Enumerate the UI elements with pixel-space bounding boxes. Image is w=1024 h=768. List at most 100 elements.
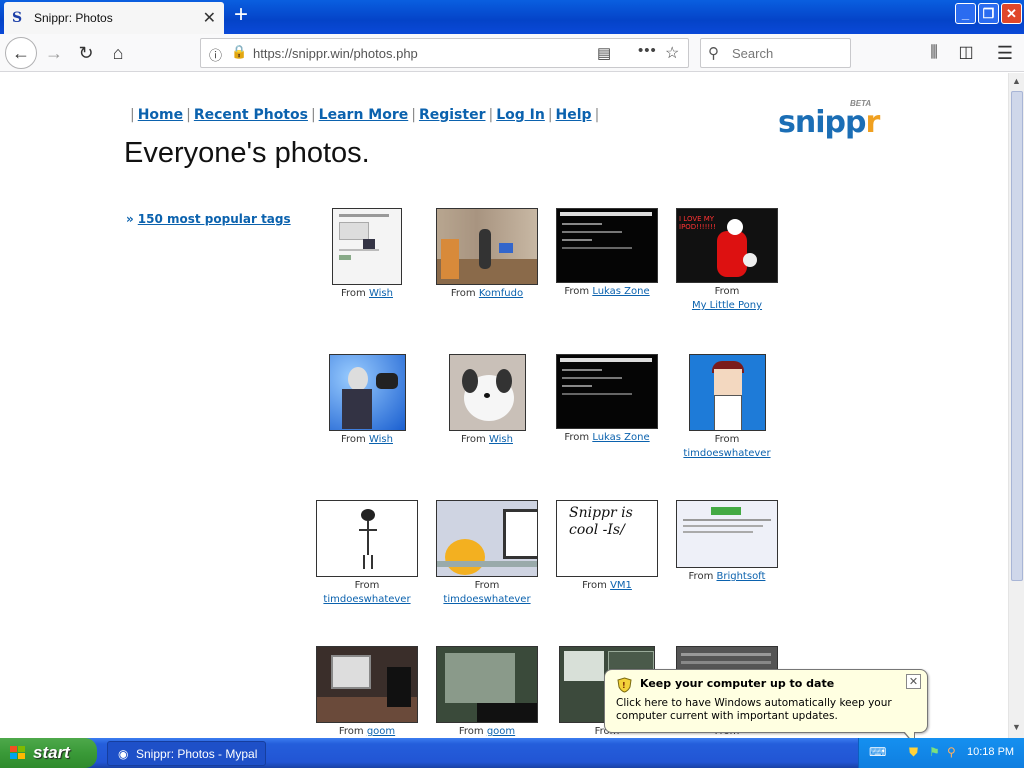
nav-link-register[interactable]: Register	[419, 107, 486, 123]
photo-caption: From Wish	[427, 433, 547, 447]
nav-link-home[interactable]: Home	[138, 107, 183, 123]
photo-item: From Lukas Zone	[547, 354, 667, 445]
balloon-body[interactable]: Click here to have Windows automatically…	[616, 697, 916, 723]
lock-warning-icon[interactable]: 🔒	[231, 44, 247, 60]
library-icon[interactable]: ⫼	[920, 39, 948, 67]
photo-thumbnail[interactable]	[556, 208, 658, 283]
search-placeholder: Search	[732, 46, 774, 61]
from-label: From	[564, 286, 590, 297]
photo-thumbnail[interactable]	[688, 354, 766, 431]
photo-thumbnail[interactable]	[676, 500, 778, 568]
home-icon[interactable]: ⌂	[104, 39, 132, 67]
photo-owner-link[interactable]: My Little Pony	[692, 300, 762, 311]
photo-owner-link[interactable]: Wish	[369, 288, 393, 299]
photo-owner-link[interactable]: Wish	[489, 434, 513, 445]
page-content: | Home | Recent Photos | Learn More | Register |…	[0, 73, 1008, 738]
photo-owner-link[interactable]: timdoeswhatever	[323, 594, 410, 605]
photo-item: From Wish	[307, 354, 427, 447]
nav-link-recent-photos[interactable]: Recent Photos	[194, 107, 308, 123]
windows-flag-icon	[10, 746, 25, 759]
photo-item: From goom	[427, 646, 547, 738]
nav-link-learn-more[interactable]: Learn More	[319, 107, 409, 123]
update-notification-balloon[interactable]: ! Keep your computer up to date Click he…	[604, 669, 928, 746]
network-icon[interactable]: ⚑	[929, 745, 940, 759]
url-text[interactable]: https://snippr.win/photos.php	[253, 46, 418, 61]
from-label: From	[582, 580, 607, 591]
photo-thumbnail[interactable]	[436, 208, 538, 285]
reader-view-icon[interactable]: ▤	[597, 44, 611, 62]
from-label: From	[341, 288, 366, 299]
photo-item: From Wish	[307, 208, 427, 301]
photo-owner-link[interactable]: timdoeswhatever	[443, 594, 530, 605]
back-arrow-icon[interactable]: ←	[5, 37, 37, 69]
scroll-thumb[interactable]	[1011, 91, 1023, 581]
forward-arrow-icon[interactable]: →	[40, 39, 68, 67]
from-label: From	[341, 434, 366, 445]
photo-thumbnail[interactable]	[556, 354, 658, 429]
photo-owner-link[interactable]: goom	[487, 726, 515, 737]
from-label: From	[354, 580, 380, 591]
photo-owner-link[interactable]: VM1	[610, 580, 632, 591]
nav-link-log-in[interactable]: Log In	[496, 107, 545, 123]
close-window-button[interactable]: ✕	[1001, 3, 1022, 24]
photo-owner-link[interactable]: timdoeswhatever	[683, 448, 770, 459]
taskbar-item-browser[interactable]: ◉ Snippr: Photos - Mypal	[107, 741, 266, 766]
photo-owner-link[interactable]: Komfudo	[479, 288, 523, 299]
url-bar[interactable]: ⓘ 🔒 https://snippr.win/photos.php ▤ ••• …	[200, 38, 689, 68]
scroll-down-icon[interactable]: ▼	[1012, 722, 1021, 732]
photo-owner-link[interactable]: Lukas Zone	[592, 432, 649, 443]
snippr-logo[interactable]: BETA snippr	[778, 97, 880, 140]
security-shield-tray-icon[interactable]: ⛊	[909, 745, 918, 760]
photo-thumbnail[interactable]	[316, 646, 418, 723]
photo-thumbnail[interactable]	[332, 208, 402, 285]
photo-thumbnail[interactable]	[448, 354, 526, 431]
from-label: From	[338, 726, 364, 737]
tab-title: Snippr: Photos	[34, 11, 113, 25]
from-label: From	[450, 288, 476, 299]
vertical-scrollbar[interactable]: ▲ ▼	[1008, 73, 1024, 738]
popular-tags-link[interactable]: 150 most popular tags	[138, 212, 291, 226]
clock: 10:18 PM	[967, 746, 1015, 758]
nav-link-help[interactable]: Help	[556, 107, 592, 123]
balloon-close-icon[interactable]: ✕	[906, 674, 921, 689]
page-actions-icon[interactable]: •••	[638, 42, 657, 59]
info-icon[interactable]: ⓘ	[209, 45, 222, 64]
maximize-button[interactable]: ❐	[978, 3, 999, 24]
from-label: From	[714, 434, 740, 445]
browser-tab[interactable]: S Snippr: Photos ✕	[4, 2, 224, 34]
search-tray-icon[interactable]: ⚲	[947, 745, 956, 759]
balloon-title: Keep your computer up to date	[640, 677, 835, 690]
start-button[interactable]: start	[0, 738, 97, 768]
minimize-button[interactable]: _	[955, 3, 976, 24]
keyboard-icon[interactable]: ⌨	[869, 745, 886, 759]
photo-owner-link[interactable]: goom	[367, 726, 395, 737]
photo-item: From timdoeswhatever	[307, 500, 427, 607]
raquo-icon: »	[126, 212, 134, 226]
nav-separator: |	[594, 107, 600, 123]
reload-icon[interactable]: ↻	[72, 39, 100, 67]
nav-separator: |	[547, 107, 553, 123]
photo-thumbnail[interactable]: I LOVE MY IPOD!!!!!!!	[676, 208, 778, 283]
hamburger-menu-icon[interactable]: ☰	[991, 39, 1019, 67]
from-label: From	[461, 434, 486, 445]
nav-separator: |	[130, 107, 135, 123]
scroll-up-icon[interactable]: ▲	[1012, 76, 1021, 86]
tab-close-icon[interactable]: ✕	[203, 8, 216, 28]
photo-thumbnail[interactable]	[436, 646, 538, 723]
photo-owner-link[interactable]: Brightsoft	[717, 571, 766, 582]
photo-owner-link[interactable]: Wish	[369, 434, 393, 445]
photo-thumbnail[interactable]: Snippr is cool -Is/	[556, 500, 658, 577]
new-tab-button[interactable]: +	[230, 3, 252, 27]
photo-owner-link[interactable]: Lukas Zone	[592, 286, 649, 297]
photo-caption: From VM1	[547, 579, 667, 593]
photo-thumbnail[interactable]	[328, 354, 406, 431]
bookmark-star-icon[interactable]: ☆	[665, 43, 679, 63]
from-label: From	[688, 571, 714, 582]
sidebar-icon[interactable]: ◫	[952, 39, 980, 67]
svg-text:!: !	[622, 681, 626, 690]
photo-thumbnail[interactable]	[316, 500, 418, 577]
photo-caption: From Lukas Zone	[547, 285, 667, 299]
nav-separator: |	[488, 107, 494, 123]
search-input[interactable]: ⚲ Search	[700, 38, 851, 68]
photo-thumbnail[interactable]	[436, 500, 538, 577]
